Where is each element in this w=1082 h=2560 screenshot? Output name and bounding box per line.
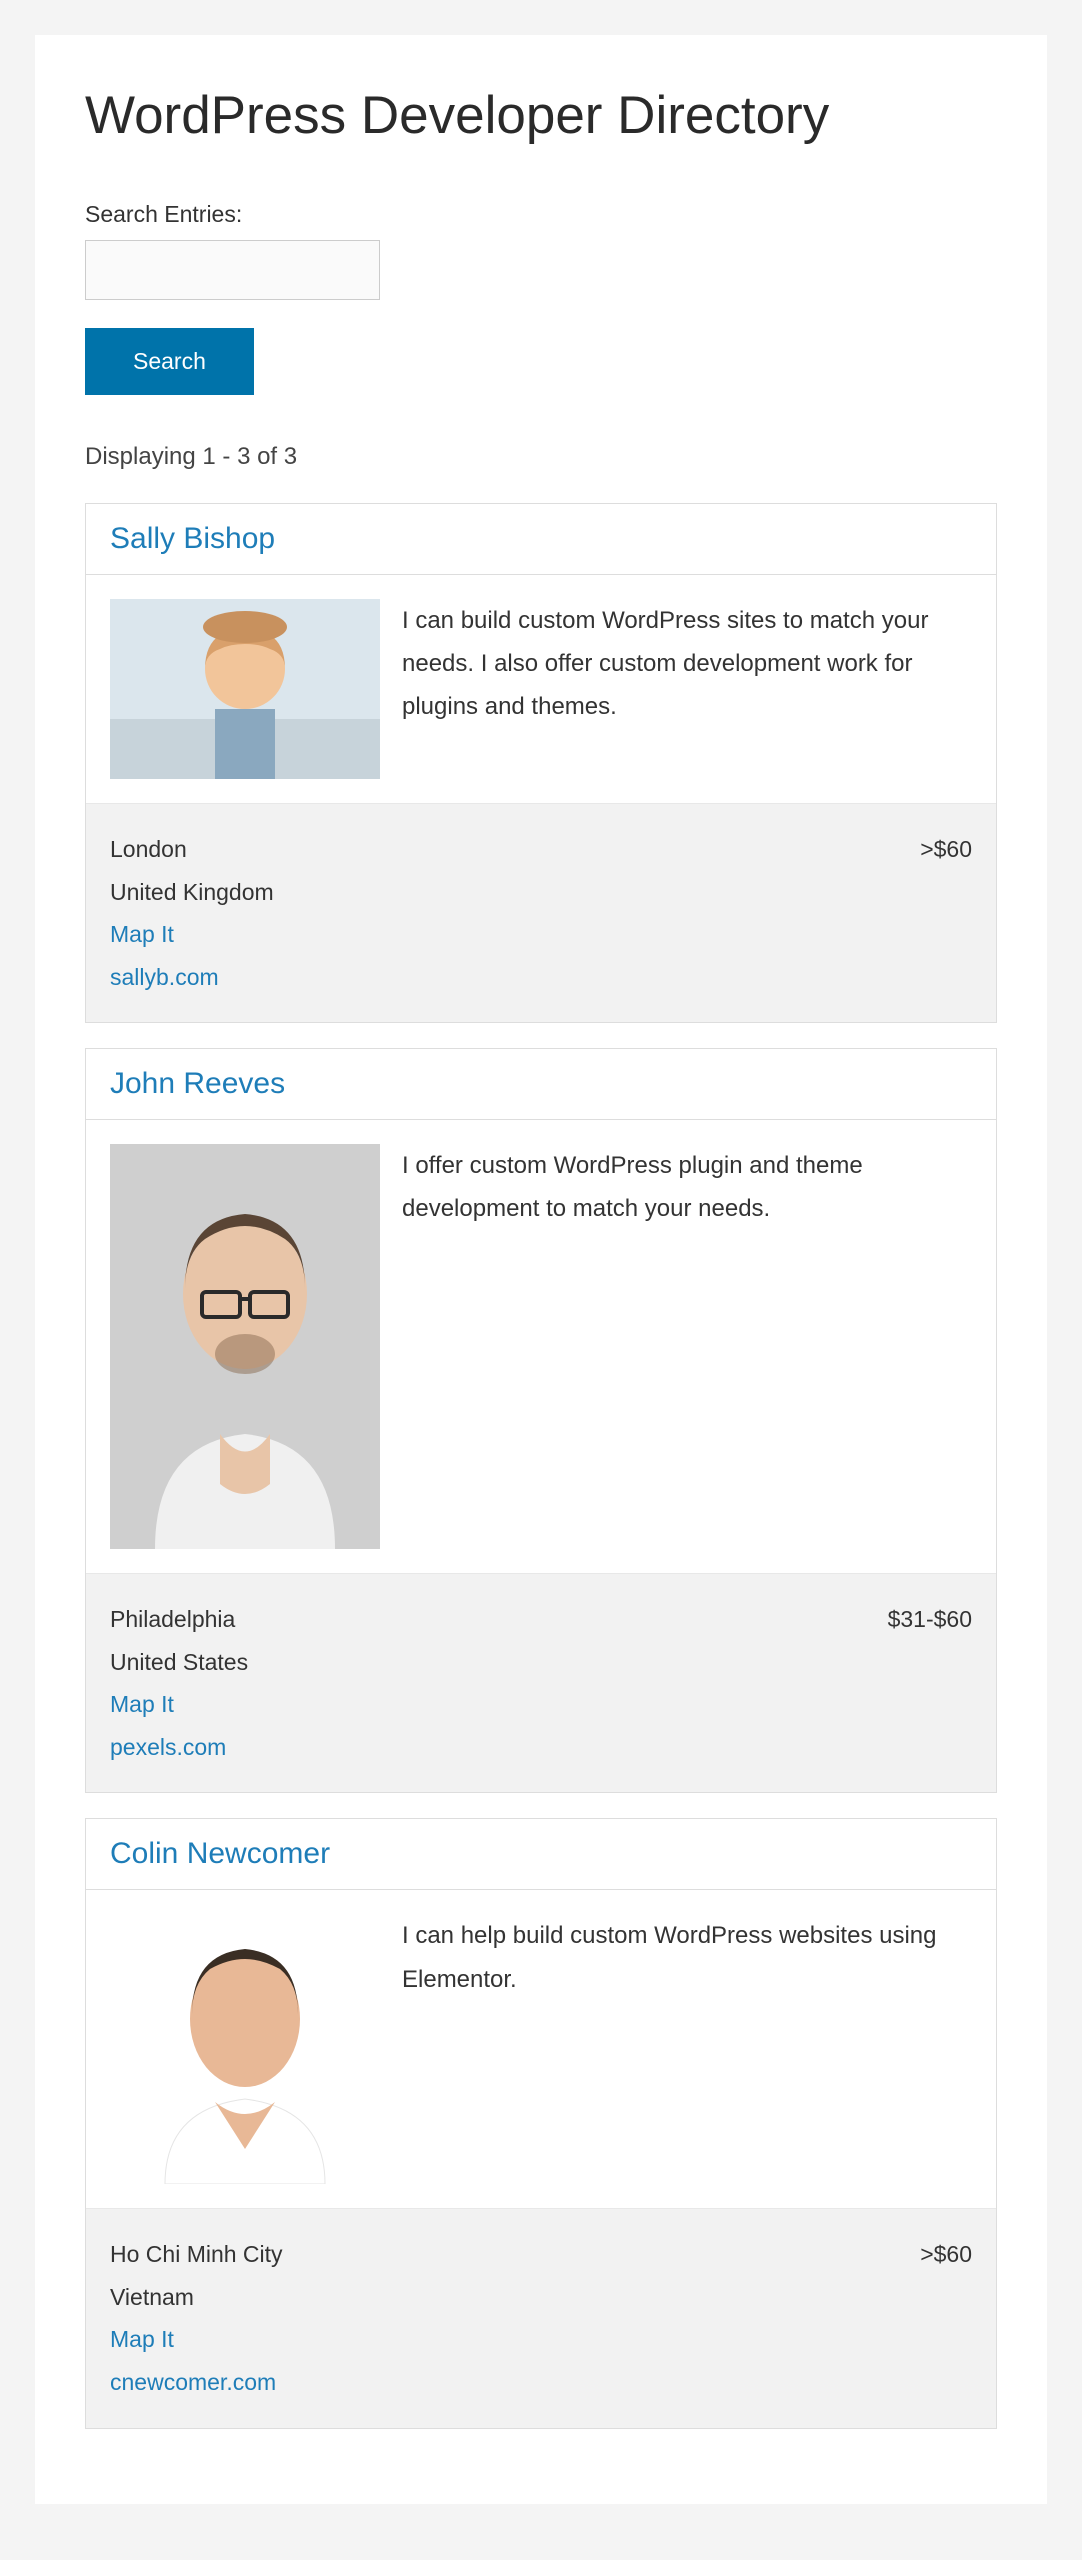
entry-location: Philadelphia United States Map It pexels… bbox=[110, 1598, 248, 1768]
entry-country: United Kingdom bbox=[110, 871, 274, 914]
website-link[interactable]: sallyb.com bbox=[110, 956, 274, 999]
entry-price: >$60 bbox=[920, 828, 972, 871]
entry-country: Vietnam bbox=[110, 2276, 283, 2319]
avatar bbox=[110, 599, 380, 779]
entry-location: London United Kingdom Map It sallyb.com bbox=[110, 828, 274, 998]
entry-footer: London United Kingdom Map It sallyb.com … bbox=[86, 803, 996, 1022]
entry-footer: Philadelphia United States Map It pexels… bbox=[86, 1573, 996, 1792]
avatar bbox=[110, 1914, 380, 2184]
map-link[interactable]: Map It bbox=[110, 2318, 283, 2361]
entry-description: I offer custom WordPress plugin and them… bbox=[402, 1144, 972, 1230]
entry-body: I can build custom WordPress sites to ma… bbox=[86, 575, 996, 803]
map-link[interactable]: Map It bbox=[110, 913, 274, 956]
entry-description: I can build custom WordPress sites to ma… bbox=[402, 599, 972, 729]
results-count: Displaying 1 - 3 of 3 bbox=[85, 443, 997, 471]
page-container: WordPress Developer Directory Search Ent… bbox=[35, 35, 1047, 2504]
entry-price: >$60 bbox=[920, 2233, 972, 2276]
directory-entry: Colin Newcomer I can help build custom W… bbox=[85, 1818, 997, 2428]
entry-body: I offer custom WordPress plugin and them… bbox=[86, 1120, 996, 1573]
entry-header: John Reeves bbox=[86, 1049, 996, 1120]
entry-city: London bbox=[110, 828, 274, 871]
entry-header: Sally Bishop bbox=[86, 504, 996, 575]
entry-name-link[interactable]: John Reeves bbox=[110, 1067, 285, 1100]
entry-city: Philadelphia bbox=[110, 1598, 248, 1641]
entry-name-link[interactable]: Sally Bishop bbox=[110, 522, 275, 555]
entry-country: United States bbox=[110, 1641, 248, 1684]
search-label: Search Entries: bbox=[85, 201, 997, 228]
entry-body: I can help build custom WordPress websit… bbox=[86, 1890, 996, 2208]
entry-footer: Ho Chi Minh City Vietnam Map It cnewcome… bbox=[86, 2208, 996, 2427]
avatar bbox=[110, 1144, 380, 1549]
directory-entry: Sally Bishop I can build custom WordPres… bbox=[85, 503, 997, 1023]
entry-price: $31-$60 bbox=[888, 1598, 972, 1641]
entry-city: Ho Chi Minh City bbox=[110, 2233, 283, 2276]
entry-header: Colin Newcomer bbox=[86, 1819, 996, 1890]
entry-location: Ho Chi Minh City Vietnam Map It cnewcome… bbox=[110, 2233, 283, 2403]
website-link[interactable]: cnewcomer.com bbox=[110, 2361, 283, 2404]
website-link[interactable]: pexels.com bbox=[110, 1726, 248, 1769]
entry-description: I can help build custom WordPress websit… bbox=[402, 1914, 972, 2000]
search-input[interactable] bbox=[85, 240, 380, 300]
search-button[interactable]: Search bbox=[85, 328, 254, 395]
entry-name-link[interactable]: Colin Newcomer bbox=[110, 1837, 330, 1870]
map-link[interactable]: Map It bbox=[110, 1683, 248, 1726]
directory-entry: John Reeves I offer custom WordPress plu… bbox=[85, 1048, 997, 1793]
page-title: WordPress Developer Directory bbox=[85, 85, 997, 146]
